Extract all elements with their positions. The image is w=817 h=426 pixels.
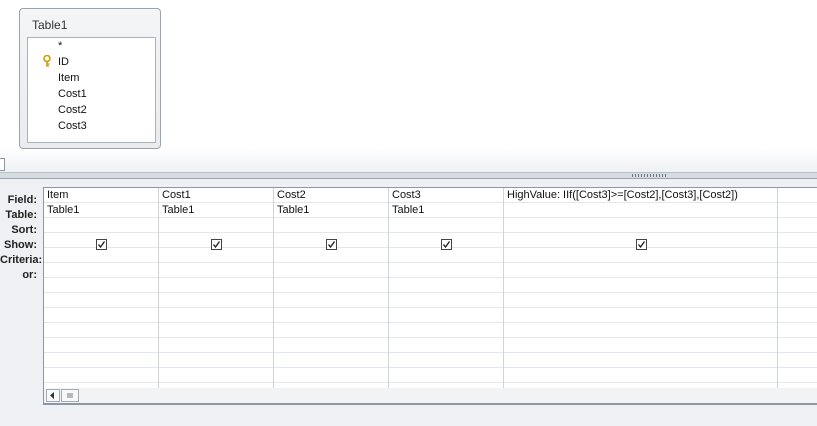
grid-row-line	[44, 277, 817, 278]
key-icon	[43, 55, 51, 67]
table-title[interactable]: Table1	[32, 18, 67, 32]
grid-cell-field-4[interactable]: Cost3	[392, 189, 421, 201]
grid-row-line	[44, 307, 817, 308]
row-label-criteria: Criteria:	[0, 254, 43, 266]
show-checkbox-2[interactable]	[211, 239, 222, 250]
grid-row-line	[44, 247, 817, 248]
grid-cell-field-2[interactable]: Cost1	[162, 189, 191, 201]
grid-cell-field-1[interactable]: Item	[47, 189, 68, 201]
checkmark-icon	[327, 241, 336, 249]
horizontal-scrollbar[interactable]	[43, 388, 817, 404]
checkmark-icon	[442, 241, 451, 249]
grid-cell-field-3[interactable]: Cost2	[277, 189, 306, 201]
checkmark-icon	[212, 241, 221, 249]
field-item-item[interactable]: Item	[58, 72, 79, 84]
grid-column-line	[273, 188, 274, 388]
grid-cell-table-1[interactable]: Table1	[47, 204, 79, 216]
row-label-sort: Sort:	[11, 224, 37, 236]
pane-fade	[0, 148, 817, 172]
field-item-cost1[interactable]: Cost1	[58, 88, 87, 100]
field-item-all[interactable]: *	[58, 40, 62, 52]
grid-row-line	[44, 337, 817, 338]
triangle-left-icon	[50, 392, 54, 399]
show-checkbox-1[interactable]	[96, 239, 107, 250]
grid-cell-table-3[interactable]: Table1	[277, 204, 309, 216]
row-label-field: Field:	[7, 194, 37, 206]
field-item-cost3[interactable]: Cost3	[58, 120, 87, 132]
field-item-cost2[interactable]: Cost2	[58, 104, 87, 116]
grid-column-line	[503, 188, 504, 388]
scroll-left-button[interactable]	[46, 389, 60, 402]
checkmark-icon	[637, 241, 646, 249]
grid-cell-table-2[interactable]: Table1	[162, 204, 194, 216]
grid-row-line	[44, 382, 817, 383]
field-item-id[interactable]: ID	[58, 56, 69, 68]
grid-cell-table-4[interactable]: Table1	[392, 204, 424, 216]
grid-bottom-border	[43, 404, 817, 405]
row-label-table: Table:	[5, 209, 37, 221]
grid-column-line	[777, 188, 778, 388]
grip-lines-icon	[67, 393, 73, 398]
grid-column-line	[388, 188, 389, 388]
pane-edge-stub	[0, 158, 5, 171]
scroll-thumb[interactable]	[61, 389, 79, 402]
grid-row-line	[44, 292, 817, 293]
table-field-list-window[interactable]: Table1 * ID Item Cost1 Cost2 Cost3	[19, 8, 161, 149]
grid-row-line	[44, 202, 817, 203]
splitter-grip-icon[interactable]	[632, 174, 668, 177]
grid-row-line	[44, 367, 817, 368]
field-list[interactable]: * ID Item Cost1 Cost2 Cost3	[27, 37, 156, 143]
grid-row-line	[44, 322, 817, 323]
grid-column-line	[158, 188, 159, 388]
row-label-show: Show:	[4, 239, 37, 251]
grid-cell-field-5[interactable]: HighValue: IIf([Cost3]>=[Cost2],[Cost3],…	[507, 189, 738, 201]
checkmark-icon	[97, 241, 106, 249]
row-label-or: or:	[22, 269, 37, 281]
show-checkbox-4[interactable]	[441, 239, 452, 250]
query-design-grid[interactable]: Item Table1 Cost1 Table1 Cost2 Table1 Co…	[43, 187, 817, 388]
grid-row-line	[44, 232, 817, 233]
grid-row-line	[44, 262, 817, 263]
grid-row-line	[44, 217, 817, 218]
table-design-pane: Table1 * ID Item Cost1 Cost2 Cost3	[0, 0, 817, 172]
grid-row-line	[44, 352, 817, 353]
show-checkbox-3[interactable]	[326, 239, 337, 250]
pane-splitter[interactable]	[0, 172, 817, 179]
show-checkbox-5[interactable]	[636, 239, 647, 250]
